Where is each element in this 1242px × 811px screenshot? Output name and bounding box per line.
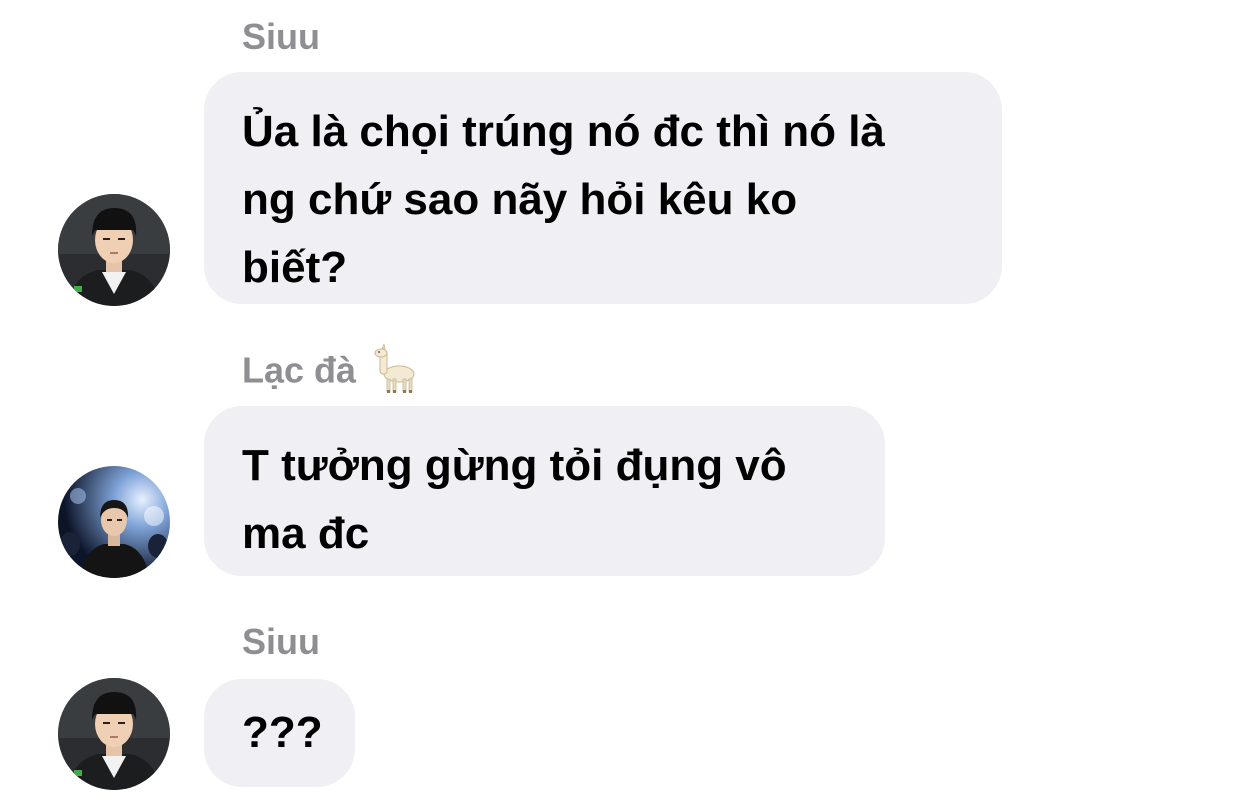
message-line: ma đc <box>242 509 370 558</box>
message-line: Ủa là chọi trúng nó đc thì nó là <box>242 107 885 156</box>
avatar[interactable] <box>58 678 170 790</box>
llama-icon <box>372 342 418 394</box>
profile-photo-icon <box>58 466 170 578</box>
message-line: biết? <box>242 243 348 292</box>
message-bubble[interactable]: Ủa là chọi trúng nó đc thì nó là ng chứ … <box>204 72 1002 304</box>
message-line: T tưởng gừng tỏi đụng vô <box>242 441 787 490</box>
message-bubble[interactable]: T tưởng gừng tỏi đụng vô ma đc <box>204 406 885 576</box>
sender-name-row: Lạc đà <box>242 342 418 398</box>
message-bubble[interactable]: ??? <box>204 679 355 787</box>
sender-name: Siuu <box>242 16 320 57</box>
message-line: ??? <box>242 708 323 757</box>
avatar[interactable] <box>58 194 170 306</box>
sender-name: Lạc đà <box>242 349 357 391</box>
avatar[interactable] <box>58 466 170 578</box>
sender-name: Siuu <box>242 621 320 662</box>
profile-photo-icon <box>58 678 170 790</box>
profile-photo-icon <box>58 194 170 306</box>
message-line: ng chứ sao nãy hỏi kêu ko <box>242 175 798 224</box>
